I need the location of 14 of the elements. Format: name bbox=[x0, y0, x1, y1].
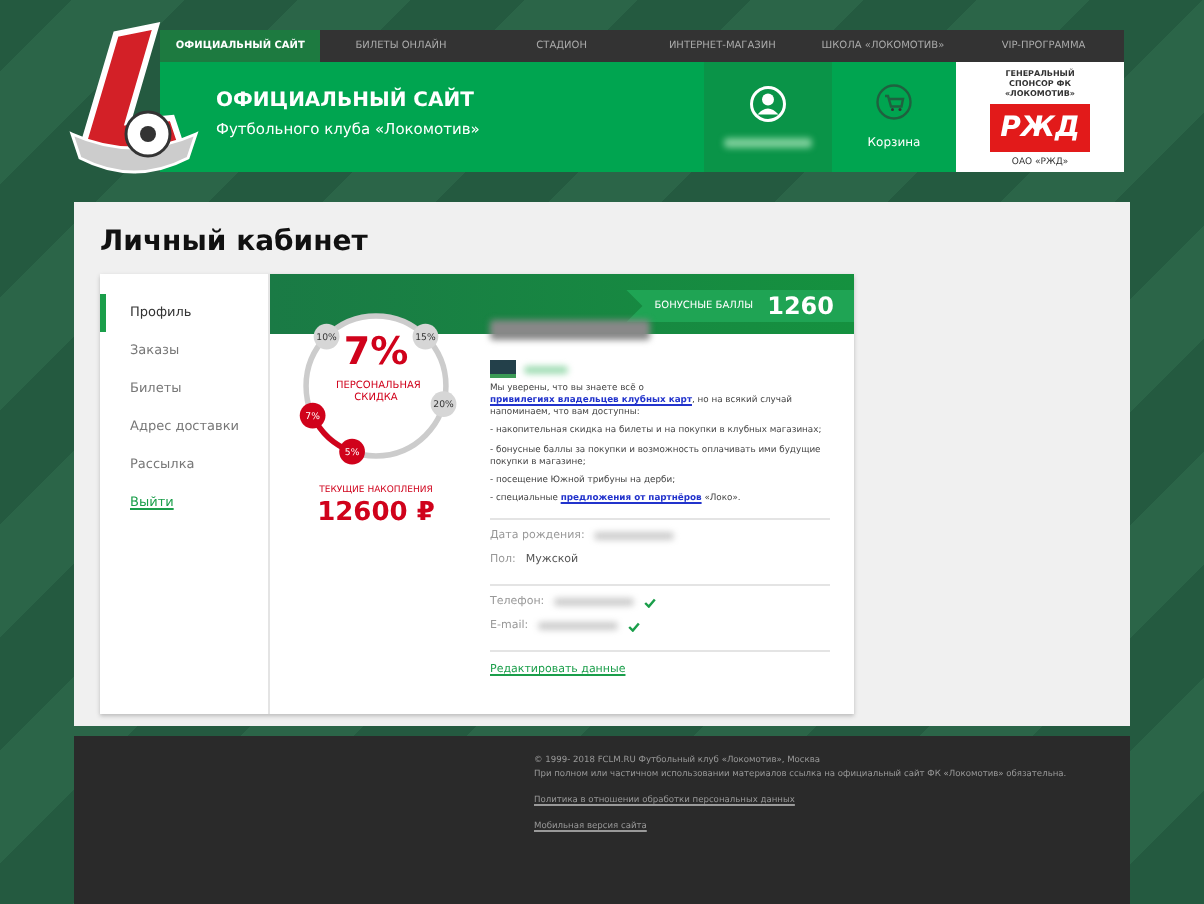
site-title: ОФИЦИАЛЬНЫЙ САЙТ bbox=[216, 90, 476, 112]
page-title: Личный кабинет bbox=[100, 226, 370, 258]
cart-icon bbox=[876, 84, 912, 120]
user-icon bbox=[750, 86, 786, 122]
blurred-card-status bbox=[524, 365, 568, 373]
savings-amount: 12600 ₽ bbox=[317, 498, 435, 528]
discount-value: 7% bbox=[343, 330, 409, 374]
account-button[interactable] bbox=[704, 62, 830, 172]
blurred-field-value bbox=[538, 622, 619, 631]
sponsor-logo: РЖД bbox=[990, 104, 1090, 152]
blurred-field-value bbox=[554, 598, 635, 607]
blurred-user-name bbox=[724, 138, 812, 148]
blurred-field-value bbox=[594, 532, 675, 541]
club-card-icon bbox=[490, 360, 516, 378]
